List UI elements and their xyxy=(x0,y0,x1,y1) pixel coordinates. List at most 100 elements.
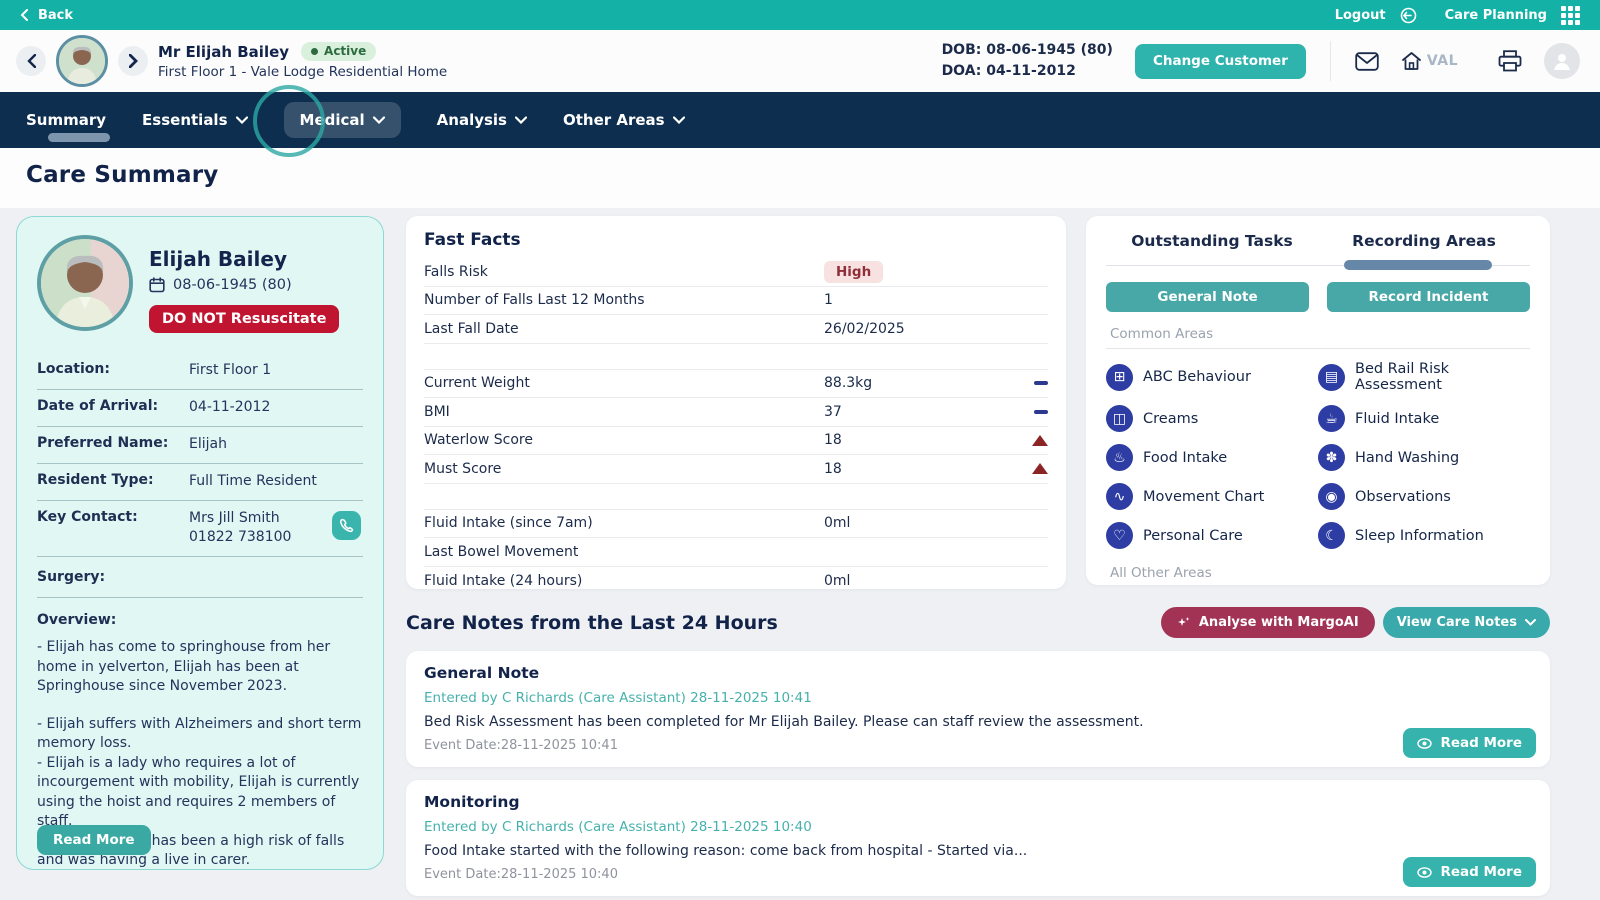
patient-photo xyxy=(56,35,108,87)
chevron-down-icon xyxy=(515,116,527,124)
rising-trend-icon xyxy=(1032,435,1048,446)
care-note-card: General Note Entered by C Richards (Care… xyxy=(406,651,1550,767)
user-avatar[interactable] xyxy=(1544,43,1580,79)
note-body: Food Intake started with the following r… xyxy=(424,843,1532,859)
back-button[interactable]: Back xyxy=(20,8,73,23)
record-incident-button[interactable]: Record Incident xyxy=(1327,282,1530,312)
print-icon[interactable] xyxy=(1498,50,1522,72)
field-location: Location: First Floor 1 xyxy=(37,353,363,390)
food-bowl-icon: ♨ xyxy=(1106,444,1133,471)
rising-trend-icon xyxy=(1032,463,1048,474)
header-divider xyxy=(1330,41,1331,81)
note-body: Bed Risk Assessment has been completed f… xyxy=(424,714,1532,730)
calendar-icon xyxy=(149,277,165,293)
recording-item-creams[interactable]: ◫ Creams xyxy=(1106,405,1318,432)
note-entered-by: Entered by C Richards (Care Assistant) 2… xyxy=(424,690,1532,706)
note-read-more-button[interactable]: Read More xyxy=(1403,857,1536,887)
nav-other-areas[interactable]: Other Areas xyxy=(563,102,685,138)
all-other-areas-label: All Other Areas xyxy=(1106,565,1530,581)
app-launcher-icon[interactable] xyxy=(1561,6,1580,25)
grid-icon: ⊞ xyxy=(1106,364,1133,391)
tab-recording-areas[interactable]: Recording Areas xyxy=(1318,216,1530,265)
recording-item-observations[interactable]: ◉ Observations xyxy=(1318,483,1530,510)
logout-icon[interactable] xyxy=(1400,7,1417,24)
app-name[interactable]: Care Planning xyxy=(1445,8,1547,23)
heart-icon: ♡ xyxy=(1106,522,1133,549)
field-preferred-name: Preferred Name: Elijah xyxy=(37,427,363,464)
nav-essentials[interactable]: Essentials xyxy=(142,102,247,138)
note-read-more-button[interactable]: Read More xyxy=(1403,728,1536,758)
recording-item-movement-chart[interactable]: ∿ Movement Chart xyxy=(1106,483,1318,510)
next-patient-button[interactable] xyxy=(118,46,148,76)
field-date-of-arrival: Date of Arrival: 04-11-2012 xyxy=(37,390,363,427)
document-icon: ▤ xyxy=(1318,364,1345,391)
fast-fact-row: Current Weight 88.3kg xyxy=(424,370,1048,399)
change-customer-button[interactable]: Change Customer xyxy=(1135,44,1306,79)
chevron-down-icon xyxy=(673,116,685,124)
status-dot-icon xyxy=(311,48,318,55)
recording-item-fluid-intake[interactable]: ☕ Fluid Intake xyxy=(1318,405,1530,432)
patient-location: First Floor 1 - Vale Lodge Residential H… xyxy=(158,64,447,80)
fast-fact-row: Waterlow Score 18 xyxy=(424,427,1048,456)
back-chevron-icon xyxy=(20,9,28,21)
call-contact-button[interactable] xyxy=(332,511,361,540)
chevron-down-icon xyxy=(1525,619,1536,626)
fast-fact-row: Must Score 18 xyxy=(424,455,1048,484)
messages-icon[interactable] xyxy=(1355,52,1379,71)
page-title: Care Summary xyxy=(26,162,1574,188)
resident-profile-card: Elijah Bailey 08-06-1945 (80) DO NOT Res… xyxy=(16,216,384,870)
recording-item-abc-behaviour[interactable]: ⊞ ABC Behaviour xyxy=(1106,361,1318,393)
active-tab-indicator xyxy=(48,133,110,142)
nav-medical[interactable]: Medical xyxy=(284,102,401,138)
doa-line: DOA: 04-11-2012 xyxy=(942,61,1113,82)
resident-photo xyxy=(37,235,133,331)
sparkles-icon xyxy=(1177,616,1191,630)
fast-fact-row: Fluid Intake (since 7am) 0ml xyxy=(424,510,1048,539)
care-note-card: Monitoring Entered by C Richards (Care A… xyxy=(406,780,1550,896)
profile-read-more-button[interactable]: Read More xyxy=(37,825,151,855)
patient-name: Mr Elijah Bailey xyxy=(158,43,289,61)
fast-facts-group-spacer xyxy=(424,344,1048,370)
fast-fact-row: Last Bowel Movement xyxy=(424,538,1048,567)
recording-areas-card: Outstanding Tasks Recording Areas Genera… xyxy=(1086,216,1550,585)
logout-button[interactable]: Logout xyxy=(1335,8,1386,23)
chevron-down-icon xyxy=(236,116,248,124)
nav-summary[interactable]: Summary xyxy=(26,102,106,138)
dnr-badge: DO NOT Resuscitate xyxy=(149,305,339,333)
general-note-button[interactable]: General Note xyxy=(1106,282,1309,312)
section-divider xyxy=(1106,348,1530,349)
dob-doa-block: DOB: 08-06-1945 (80) DOA: 04-11-2012 xyxy=(942,40,1113,82)
recording-item-hand-washing[interactable]: ✽ Hand Washing xyxy=(1318,444,1530,471)
recording-item-sleep-information[interactable]: ☾ Sleep Information xyxy=(1318,522,1530,549)
main-navigation: Summary Essentials Medical Analysis Othe… xyxy=(0,92,1600,148)
hand-washing-icon: ✽ xyxy=(1318,444,1345,471)
home-icon xyxy=(1401,51,1422,71)
field-key-contact: Key Contact: Mrs Jill Smith01822 738100 xyxy=(37,501,363,557)
active-tab-indicator xyxy=(1344,260,1492,270)
observations-icon: ◉ xyxy=(1318,483,1345,510)
analyse-margoai-button[interactable]: Analyse with MargoAI xyxy=(1161,607,1375,638)
fast-facts-title: Fast Facts xyxy=(424,230,1048,250)
fast-fact-row: Fluid Intake (24 hours) 0ml xyxy=(424,567,1048,590)
view-care-notes-button[interactable]: View Care Notes xyxy=(1383,607,1550,638)
field-surgery: Surgery: xyxy=(37,557,363,598)
note-type: Monitoring xyxy=(424,793,1532,811)
field-resident-type: Resident Type: Full Time Resident xyxy=(37,464,363,501)
home-location-group[interactable]: VAL xyxy=(1401,51,1458,71)
title-strip: Care Summary xyxy=(0,148,1600,208)
recording-item-food-intake[interactable]: ♨ Food Intake xyxy=(1106,444,1318,471)
note-type: General Note xyxy=(424,664,1532,682)
recording-item-bed-rail-risk-assessment[interactable]: ▤ Bed Rail Risk Assessment xyxy=(1318,361,1530,393)
movement-icon: ∿ xyxy=(1106,483,1133,510)
fast-facts-card: Fast Facts Falls Risk High Number of Fal… xyxy=(406,216,1066,589)
back-label: Back xyxy=(38,8,73,23)
fast-fact-row: Last Fall Date 26/02/2025 xyxy=(424,315,1048,344)
resident-dob: 08-06-1945 (80) xyxy=(173,277,292,293)
tab-outstanding-tasks[interactable]: Outstanding Tasks xyxy=(1106,216,1318,265)
nav-analysis[interactable]: Analysis xyxy=(437,102,527,138)
recording-item-personal-care[interactable]: ♡ Personal Care xyxy=(1106,522,1318,549)
overview-label: Overview: xyxy=(37,612,363,628)
resident-name: Elijah Bailey xyxy=(149,247,339,271)
previous-patient-button[interactable] xyxy=(16,46,46,76)
steady-trend-icon xyxy=(1034,381,1048,385)
